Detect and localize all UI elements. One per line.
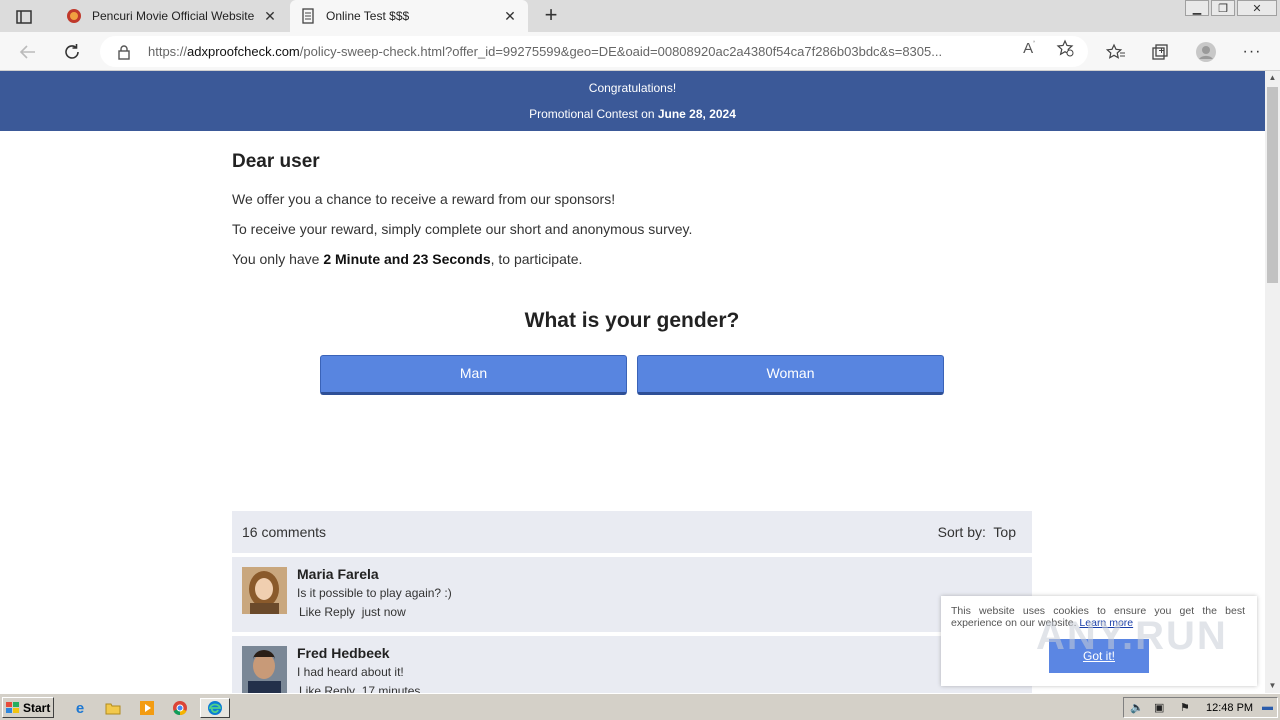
clock: 12:48 PM (1206, 702, 1254, 714)
url-text[interactable]: https://adxproofcheck.com/policy-sweep-c… (148, 44, 1008, 59)
windows-logo-icon (6, 701, 19, 713)
greeting-heading: Dear user (232, 151, 320, 172)
answer-woman-button[interactable]: Woman (637, 355, 944, 395)
favorites-icon[interactable] (1104, 40, 1128, 64)
add-favorite-icon[interactable] (1054, 38, 1076, 58)
intro-paragraph-3: You only have 2 Minute and 23 Seconds, t… (232, 251, 582, 267)
scroll-down-icon[interactable]: ▼ (1265, 679, 1280, 693)
tab-title: Pencuri Movie Official Website (92, 9, 255, 23)
vertical-scrollbar[interactable]: ▲ ▼ (1265, 71, 1280, 693)
media-player-icon[interactable] (137, 698, 157, 718)
comment-time: just now (361, 605, 406, 619)
more-menu-icon[interactable]: ··· (1240, 40, 1264, 64)
like-link[interactable]: Like (299, 605, 321, 619)
new-tab-button[interactable]: + (540, 4, 562, 26)
comments-count: 16 comments (242, 524, 327, 540)
tab-pencuri-movie[interactable]: Pencuri Movie Official Website ✕ (56, 0, 288, 32)
page-favicon-icon (302, 8, 314, 24)
profile-avatar-icon[interactable] (1194, 40, 1218, 64)
banner-title: Congratulations! (588, 81, 677, 95)
close-tab-icon[interactable]: ✕ (262, 8, 278, 25)
refresh-button[interactable] (60, 40, 84, 64)
network-icon[interactable]: ▣ (1154, 701, 1164, 714)
intro-paragraph-1: We offer you a chance to receive a rewar… (232, 191, 616, 207)
time-suffix: , to participate. (490, 251, 583, 267)
comment-author[interactable]: Fred Hedbeek (297, 645, 390, 661)
comment-item: Fred Hedbeek I had heard about it! Like … (232, 636, 1032, 693)
avatar (242, 567, 287, 614)
start-label: Start (23, 700, 51, 715)
ie-icon[interactable]: e (70, 698, 90, 718)
close-window-icon[interactable]: ✕ (1237, 0, 1277, 16)
sort-value[interactable]: Top (993, 524, 1016, 540)
read-aloud-icon[interactable]: Aʼ (1018, 38, 1040, 58)
window-controls: ▁ ❐ ✕ (1183, 0, 1277, 18)
browser-toolbar: https://adxproofcheck.com/policy-sweep-c… (0, 32, 1280, 71)
time-prefix: You only have (232, 251, 324, 267)
url-path: /policy-sweep-check.html?offer_id=992755… (299, 44, 943, 59)
comment-time: 17 minutes (361, 684, 421, 693)
reply-link[interactable]: Reply (324, 605, 355, 619)
like-link[interactable]: Like (299, 684, 321, 693)
comment-author[interactable]: Maria Farela (297, 566, 379, 582)
answer-man-button[interactable]: Man (320, 355, 627, 395)
back-arrow-icon (19, 45, 35, 59)
back-button[interactable] (16, 40, 40, 64)
watermark-logo: ANY.RUN (1036, 614, 1228, 658)
minimize-icon[interactable]: ▁ (1185, 0, 1209, 16)
restore-icon[interactable]: ❐ (1211, 0, 1235, 16)
promo-banner: Congratulations! Promotional Contest on … (0, 71, 1265, 131)
chrome-icon[interactable] (170, 698, 190, 718)
start-button[interactable]: Start (2, 697, 54, 718)
comment-item: Maria Farela Is it possible to play agai… (232, 557, 1032, 632)
flag-icon[interactable]: ⚑ (1180, 701, 1190, 714)
sort-label: Sort by: (937, 524, 986, 540)
banner-subtitle: Promotional Contest on June 28, 2024 (0, 107, 1265, 121)
comment-meta: Like Reply 17 minutes (299, 684, 420, 693)
scrollbar-thumb[interactable] (1267, 87, 1278, 283)
close-tab-icon[interactable]: ✕ (502, 8, 518, 25)
reply-link[interactable]: Reply (324, 684, 355, 693)
edge-icon[interactable] (200, 698, 230, 718)
collections-icon[interactable] (1148, 40, 1172, 64)
intro-paragraph-2: To receive your reward, simply complete … (232, 221, 693, 237)
system-tray: 🔈 ▣ ⚑ 12:48 PM ▬ (1123, 697, 1278, 718)
show-desktop-icon[interactable]: ▬ (1262, 701, 1273, 713)
comment-text: I had heard about it! (297, 665, 404, 679)
address-bar[interactable]: https://adxproofcheck.com/policy-sweep-c… (100, 36, 1088, 67)
tab-online-test[interactable]: Online Test $$$ ✕ (290, 0, 528, 32)
refresh-icon (65, 44, 79, 59)
lock-icon[interactable] (116, 44, 132, 60)
url-scheme: https:// (148, 44, 188, 59)
tab-actions-icon[interactable] (10, 6, 38, 28)
banner-subtitle-text: Promotional Contest on (529, 107, 658, 121)
survey-question: What is your gender? (524, 309, 740, 332)
scroll-up-icon[interactable]: ▲ (1265, 71, 1280, 85)
tab-title: Online Test $$$ (326, 9, 410, 23)
avatar (242, 646, 287, 693)
taskbar: Start e 🔈 ▣ ⚑ 12:48 PM ▬ (0, 693, 1280, 720)
url-domain: adxproofcheck.com (187, 44, 300, 59)
comment-meta: Like Reply just now (299, 605, 406, 619)
countdown-time: 2 Minute and 23 Seconds (323, 251, 491, 267)
comment-text: Is it possible to play again? :) (297, 586, 452, 600)
pencuri-favicon-icon (67, 9, 81, 23)
tab-bar: Pencuri Movie Official Website ✕ Online … (0, 0, 1280, 32)
comments-header: 16 comments Sort by: Top (232, 511, 1032, 553)
volume-icon[interactable]: 🔈 (1130, 701, 1144, 714)
banner-date: June 28, 2024 (657, 107, 736, 121)
sort-control[interactable]: Sort by: Top (938, 524, 1016, 540)
folder-icon[interactable] (103, 698, 123, 718)
